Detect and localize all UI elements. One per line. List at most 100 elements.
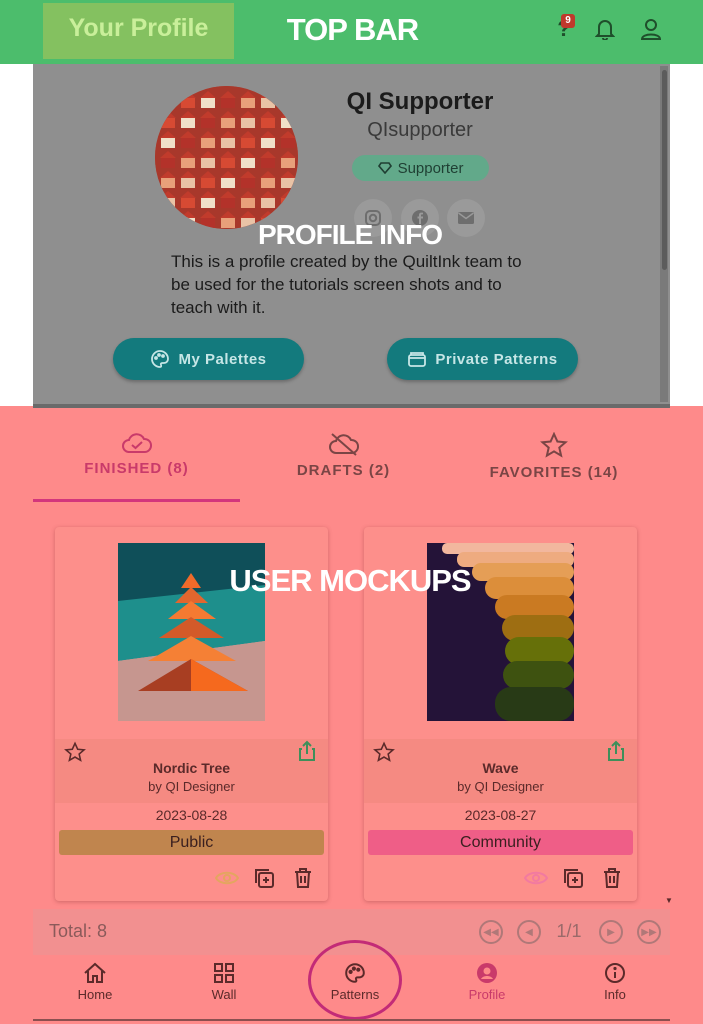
diamond-icon: [377, 162, 392, 174]
quilt-block: [221, 97, 235, 108]
delete-button[interactable]: [290, 865, 316, 891]
trash-icon: [604, 868, 620, 888]
quilt-block: [241, 177, 255, 188]
view-button[interactable]: [214, 865, 240, 891]
nav-wall[interactable]: Wall: [179, 962, 269, 1002]
notifications-button[interactable]: [590, 14, 620, 44]
region-label-user-mockups: USER MOCKUPS: [229, 563, 471, 598]
quilt-block: [201, 97, 215, 108]
nav-profile-label: Profile: [468, 987, 506, 1002]
tab-drafts[interactable]: DRAFTS (2): [240, 432, 447, 502]
quilt-block: [201, 117, 215, 128]
account-button[interactable]: [636, 14, 666, 44]
visibility-badge: Community: [368, 830, 633, 855]
quilt-block: [221, 197, 235, 208]
nav-wall-label: Wall: [211, 987, 237, 1002]
quilt-block: [261, 197, 275, 208]
quilt-block: [181, 137, 195, 148]
next-page-button[interactable]: ▶: [599, 920, 623, 944]
star-outline-icon: [540, 432, 568, 458]
quilt-block: [181, 197, 195, 208]
view-button[interactable]: [523, 865, 549, 891]
tab-favorites-label: FAVORITES (14): [489, 464, 619, 481]
card-author: by QI Designer: [148, 779, 235, 794]
trash-icon: [295, 868, 311, 888]
quilt-block: [241, 197, 255, 208]
grid-icon: [214, 963, 234, 983]
copy-plus-icon: [564, 869, 583, 888]
card-date: 2023-08-27: [464, 807, 537, 823]
delete-button[interactable]: [599, 865, 625, 891]
quilt-block: [181, 177, 195, 188]
profile-bio: This is a profile created by the QuiltIn…: [171, 252, 522, 317]
quilt-block: [261, 137, 275, 148]
card-date: 2023-08-28: [155, 807, 228, 823]
nav-patterns-label: Patterns: [330, 987, 380, 1002]
info-icon: [605, 963, 625, 983]
folder-lock-icon: [408, 352, 427, 367]
scroll-down-caret[interactable]: ▼: [665, 896, 673, 905]
duplicate-button[interactable]: [251, 865, 277, 891]
nav-home-label: Home: [77, 987, 113, 1002]
quilt-block: [201, 137, 215, 148]
previous-page-button[interactable]: ◀: [517, 920, 541, 944]
eye-icon: [215, 871, 239, 885]
quilt-block: [221, 177, 235, 188]
card-title: Nordic Tree: [152, 760, 231, 776]
display-name: QI Supporter: [346, 88, 494, 115]
tab-drafts-label: DRAFTS (2): [296, 462, 391, 479]
eye-icon: [524, 871, 548, 885]
private-patterns-button[interactable]: Private Patterns: [387, 338, 578, 380]
quilt-block: [261, 117, 275, 128]
avatar[interactable]: [155, 86, 298, 229]
tab-finished[interactable]: FINISHED (8): [33, 432, 240, 502]
copy-plus-icon: [255, 869, 274, 888]
page-indicator: 1/1: [556, 921, 582, 941]
avatar-quilt-image: [155, 86, 298, 229]
next-page-icon: ▶: [607, 926, 615, 938]
quilt-block: [181, 157, 195, 168]
quilt-block: [161, 137, 175, 148]
cloud-off-icon: [328, 433, 359, 456]
region-label-profile-info: PROFILE INFO: [258, 219, 443, 250]
tab-favorites[interactable]: FAVORITES (14): [447, 432, 661, 502]
profile-scrollbar-thumb[interactable]: [662, 70, 667, 270]
private-patterns-label: Private Patterns: [435, 350, 558, 368]
nav-info-label: Info: [604, 987, 626, 1002]
first-page-icon: ◀◀: [483, 926, 499, 938]
account-circle-icon: [477, 963, 497, 983]
quilt-block: [201, 177, 215, 188]
visibility-badge: Public: [59, 830, 324, 855]
user-icon: [641, 19, 661, 40]
supporter-badge-label: Supporter: [397, 159, 464, 177]
active-tab-indicator: [33, 499, 240, 502]
nav-patterns[interactable]: Patterns: [310, 962, 400, 1002]
cloud-check-icon: [121, 433, 152, 453]
bottom-divider: [33, 1019, 670, 1021]
tab-finished-label: FINISHED (8): [84, 460, 189, 477]
last-page-icon: ▶▶: [641, 926, 657, 938]
duplicate-button[interactable]: [560, 865, 586, 891]
help-count-badge: 9: [561, 14, 575, 28]
quilt-block: [161, 177, 175, 188]
quilt-block: [241, 117, 255, 128]
bell-icon: [595, 20, 615, 40]
quilt-block: [241, 157, 255, 168]
nav-home[interactable]: Home: [50, 962, 140, 1002]
total-count: Total: 8: [49, 921, 108, 941]
quilt-block: [221, 157, 235, 168]
quilt-block: [201, 197, 215, 208]
nav-profile[interactable]: Profile: [442, 962, 532, 1002]
quilt-block: [281, 137, 295, 148]
first-page-button[interactable]: ◀◀: [479, 920, 503, 944]
quilt-block: [261, 177, 275, 188]
card-title: Wave: [482, 760, 519, 776]
last-page-button[interactable]: ▶▶: [637, 920, 661, 944]
my-palettes-label: My Palettes: [178, 350, 267, 368]
region-label-top-bar: TOP BAR: [286, 12, 419, 47]
nav-info[interactable]: Info: [570, 962, 660, 1002]
quilt-block: [261, 157, 275, 168]
my-palettes-button[interactable]: My Palettes: [113, 338, 304, 380]
previous-page-icon: ◀: [525, 926, 533, 938]
quilt-block: [241, 97, 255, 108]
